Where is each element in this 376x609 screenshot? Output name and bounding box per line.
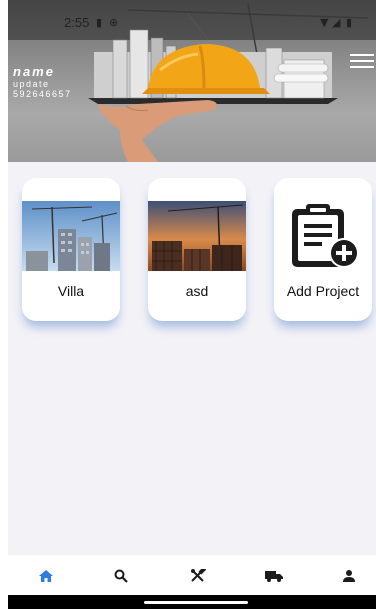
system-navigation-bar bbox=[8, 595, 376, 609]
app-screen: 2:55 ▮ ⊕ ▼ ◢ ▮ name update 592646657 Vil… bbox=[8, 0, 376, 609]
project-card-villa[interactable]: Villa bbox=[22, 178, 120, 321]
project-label: Villa bbox=[57, 283, 85, 299]
hamburger-menu-icon[interactable] bbox=[350, 54, 374, 70]
user-phone: 592646657 bbox=[13, 89, 72, 99]
home-icon bbox=[39, 570, 53, 582]
user-status: update bbox=[13, 79, 50, 89]
villa-thumbnail bbox=[22, 201, 120, 271]
status-time: 2:55 bbox=[64, 15, 90, 30]
wifi-icon: ▼ bbox=[320, 16, 329, 29]
nav-home[interactable] bbox=[32, 563, 60, 589]
bottom-navigation bbox=[8, 555, 376, 595]
person-icon bbox=[343, 570, 355, 582]
asd-thumbnail bbox=[148, 201, 246, 271]
home-gesture-pill[interactable] bbox=[144, 601, 248, 604]
project-card-asd[interactable]: asd bbox=[148, 178, 246, 321]
project-label: asd bbox=[185, 283, 209, 299]
header-banner: 2:55 ▮ ⊕ ▼ ◢ ▮ name update 592646657 bbox=[8, 0, 376, 162]
sim-icon: ▮ bbox=[96, 16, 103, 29]
add-project-card[interactable]: Add Project bbox=[274, 178, 372, 321]
user-name: name bbox=[13, 64, 55, 79]
nav-search[interactable] bbox=[107, 563, 135, 589]
nav-tools[interactable] bbox=[184, 563, 212, 589]
tools-icon bbox=[191, 569, 206, 582]
nav-profile[interactable] bbox=[335, 563, 363, 589]
user-subtitle: update 592646657 bbox=[13, 79, 72, 99]
search-icon bbox=[114, 569, 128, 583]
add-clipboard-icon bbox=[292, 204, 359, 268]
project-label: Add Project bbox=[286, 283, 360, 299]
nav-delivery[interactable] bbox=[260, 563, 288, 589]
battery-icon: ▮ bbox=[346, 16, 353, 29]
signal-icon: ◢ bbox=[332, 16, 341, 29]
project-grid: Villa asd Add Project bbox=[8, 178, 376, 324]
app-notification-icon: ⊕ bbox=[109, 16, 119, 29]
status-bar: 2:55 ▮ ⊕ ▼ ◢ ▮ bbox=[8, 0, 376, 40]
truck-icon bbox=[265, 571, 283, 582]
